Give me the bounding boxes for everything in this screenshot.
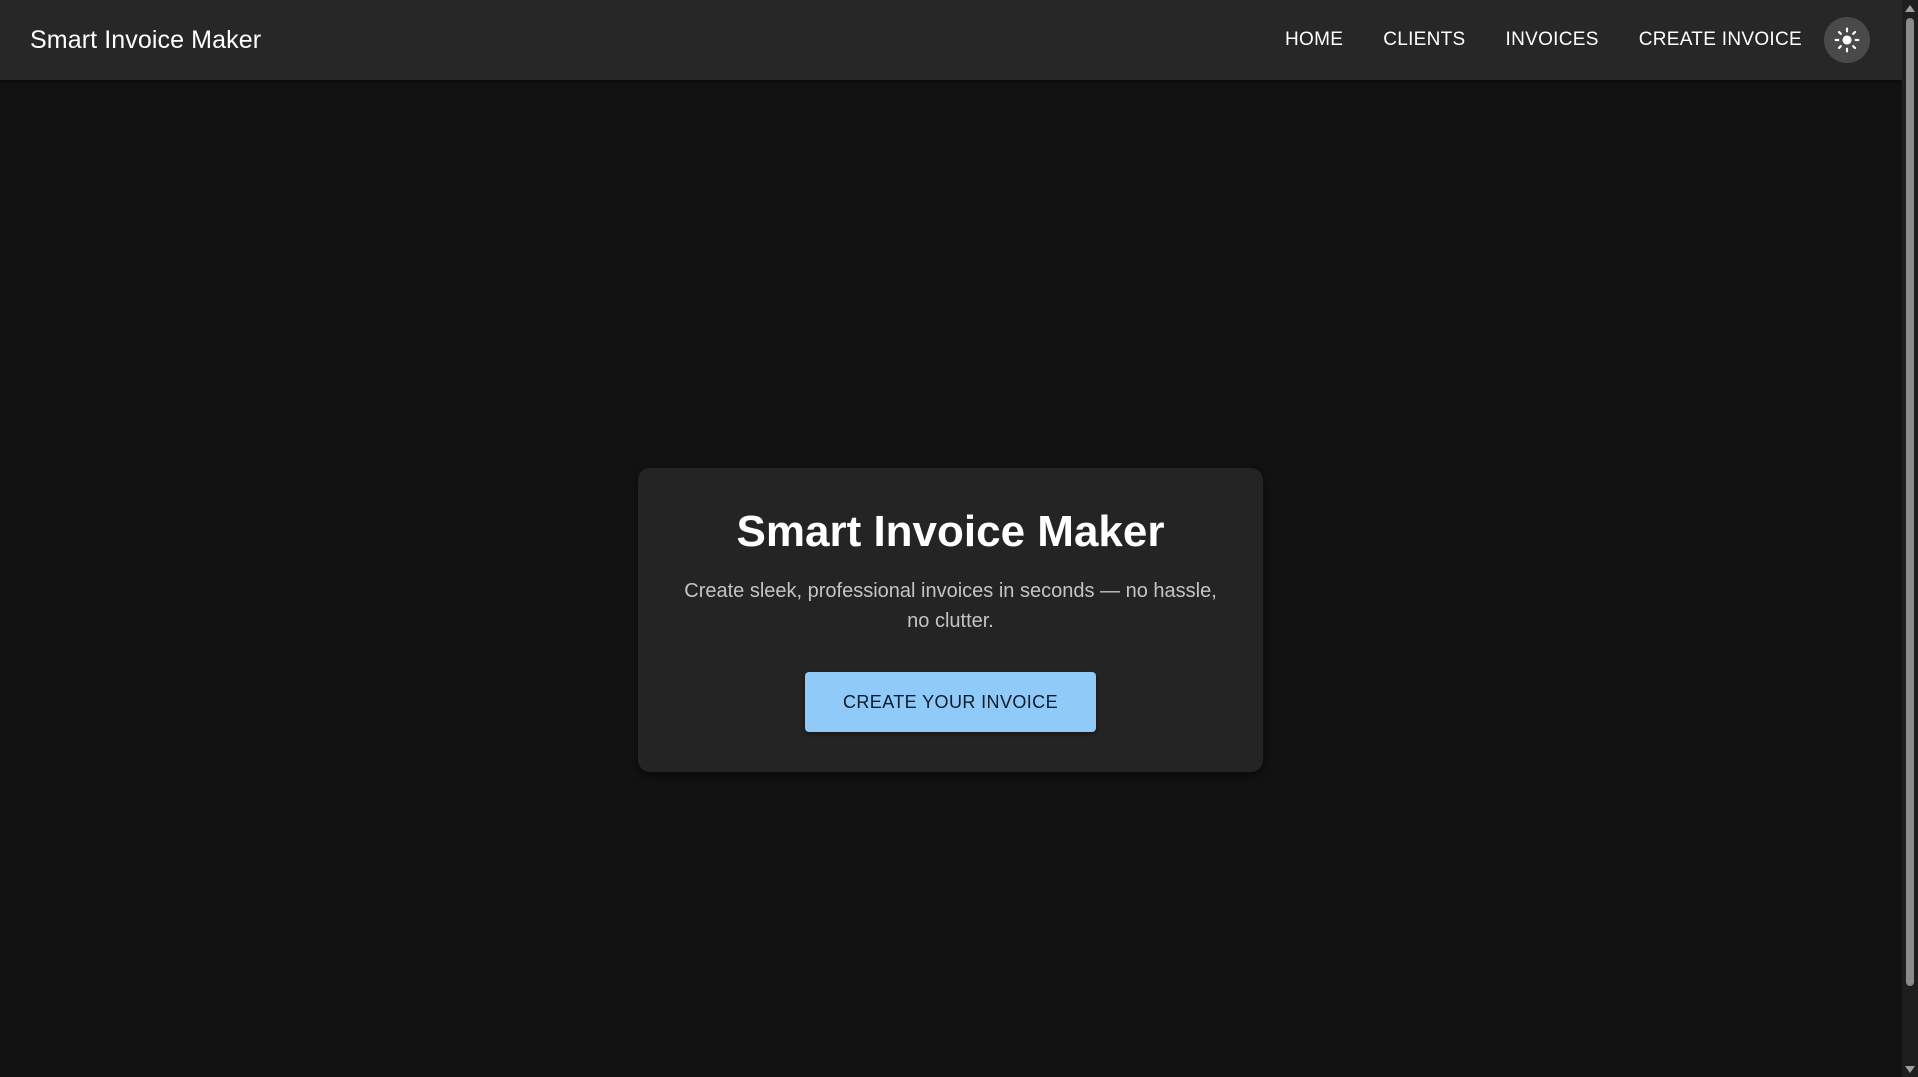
scroll-up-arrow-icon[interactable] [1905, 5, 1915, 12]
create-your-invoice-button[interactable]: CREATE YOUR INVOICE [805, 672, 1096, 732]
hero-title: Smart Invoice Maker [736, 507, 1165, 556]
hero-card: Smart Invoice Maker Create sleek, profes… [638, 468, 1263, 772]
nav-create-invoice-link[interactable]: CREATE INVOICE [1619, 19, 1822, 61]
vertical-scrollbar[interactable] [1902, 0, 1918, 1077]
brand-title: Smart Invoice Maker [30, 25, 262, 54]
scrollbar-thumb[interactable] [1906, 18, 1914, 986]
nav-home-link[interactable]: HOME [1265, 19, 1363, 61]
theme-toggle-button[interactable] [1824, 17, 1870, 63]
sun-icon [1834, 27, 1860, 53]
app-bar: Smart Invoice Maker HOME CLIENTS INVOICE… [0, 0, 1902, 80]
app-page: Smart Invoice Maker HOME CLIENTS INVOICE… [0, 0, 1918, 1077]
nav-invoices-link[interactable]: INVOICES [1486, 19, 1619, 61]
nav-clients-link[interactable]: CLIENTS [1363, 19, 1485, 61]
hero-subtitle: Create sleek, professional invoices in s… [684, 580, 1217, 632]
scroll-down-arrow-icon[interactable] [1905, 1066, 1915, 1073]
main-nav: HOME CLIENTS INVOICES CREATE INVOICE [1265, 17, 1870, 63]
